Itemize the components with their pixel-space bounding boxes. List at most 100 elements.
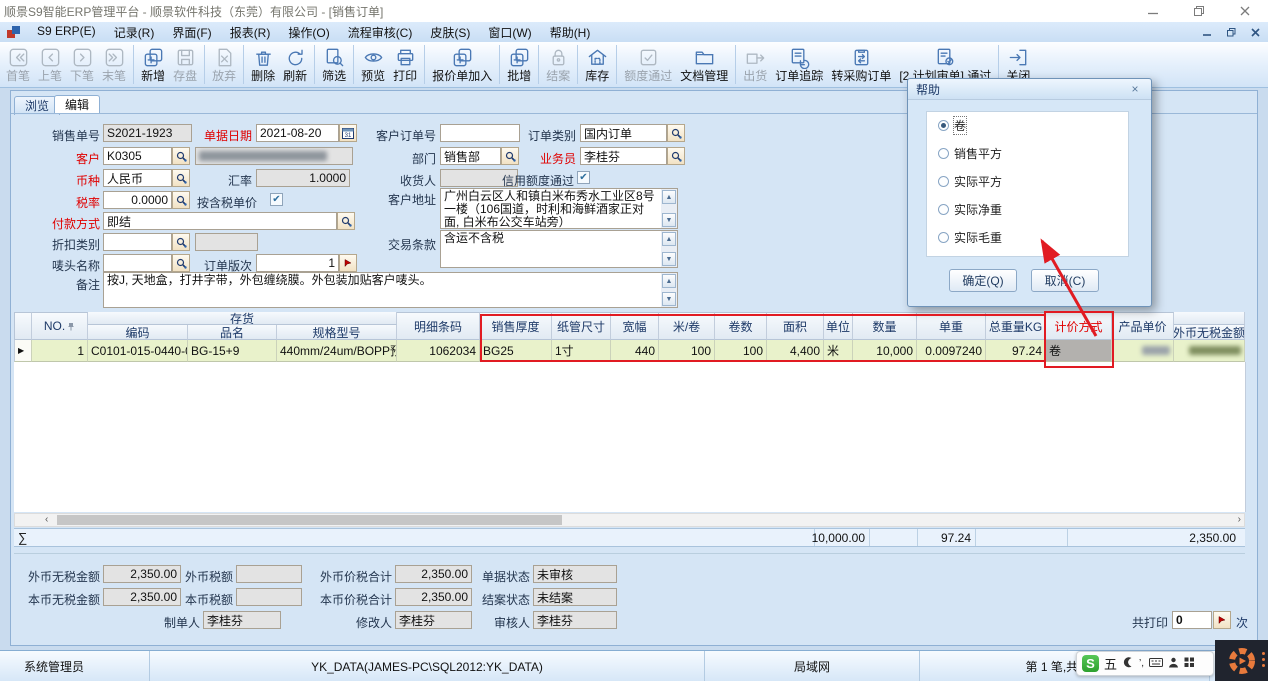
order-type-field[interactable] (580, 124, 667, 142)
grid-cell-total_weight[interactable]: 97.24 (986, 340, 1046, 362)
grid-header-total_weight[interactable]: 总重量KG (986, 312, 1046, 340)
menu-item[interactable]: 帮助(H) (541, 22, 600, 43)
grid-header-no[interactable]: NO. (32, 312, 88, 340)
radio-icon[interactable] (938, 120, 949, 131)
remark-scrollbar[interactable]: ▲▼ (661, 272, 678, 308)
mark-name-field[interactable] (103, 254, 172, 272)
scroll-down-icon[interactable]: ▼ (662, 252, 676, 266)
menu-item[interactable]: 窗口(W) (479, 22, 540, 43)
sales-no-field[interactable] (103, 124, 192, 142)
customer-address-scrollbar[interactable]: ▲▼ (661, 188, 678, 229)
pricing-option-0[interactable]: 卷 (938, 117, 966, 134)
grid-group-header[interactable]: 存货 (88, 312, 397, 325)
wubi-mode-icon[interactable]: 五 (1104, 654, 1117, 673)
radio-icon[interactable] (938, 148, 949, 159)
grid-horizontal-scrollbar[interactable]: ‹ › (14, 513, 1245, 527)
mdi-close-icon[interactable] (1248, 25, 1262, 39)
grid-header-rolls[interactable]: 卷数 (715, 312, 767, 340)
toolbar-trash[interactable]: 删除 (247, 43, 279, 85)
mdi-minimize-icon[interactable] (1200, 25, 1214, 39)
scroll-down-icon[interactable]: ▼ (662, 292, 676, 306)
toolbar-warehouse[interactable]: 库存 (581, 43, 613, 85)
person-icon[interactable] (1168, 657, 1179, 671)
sogou-logo-icon[interactable]: S (1082, 655, 1099, 672)
grid-cell-unit_weight[interactable]: 0.0097240 (917, 340, 986, 362)
tax-rate-lookup-icon[interactable] (172, 191, 190, 209)
currency-lookup-icon[interactable] (172, 169, 190, 187)
input-method-bar[interactable]: S 五 ’, (1076, 651, 1214, 676)
punctuation-icon[interactable]: ’, (1139, 658, 1144, 669)
order-version-field[interactable] (256, 254, 339, 272)
order-version-spinner[interactable] (339, 254, 357, 272)
toolbar-refresh[interactable]: 刷新 (279, 43, 311, 85)
tax-included-checkbox[interactable]: ✔ (270, 193, 283, 206)
salesman-field[interactable] (580, 147, 667, 165)
exchange-rate-field[interactable] (256, 169, 350, 187)
discount-type-field[interactable] (103, 233, 172, 251)
grid-header-barcode[interactable]: 明细条码 (397, 312, 480, 340)
currency-field[interactable] (103, 169, 172, 187)
mark-name-lookup-icon[interactable] (172, 254, 190, 272)
grid-header-name[interactable]: 品名 (188, 325, 277, 340)
cancel-button[interactable]: 取消(C) (1031, 269, 1099, 292)
help-dialog-titlebar[interactable]: 帮助 × (908, 79, 1151, 100)
grid-cell-barcode[interactable]: 1062034 (397, 340, 480, 362)
grid-cell-code[interactable]: C0101-015-0440-09 (88, 340, 188, 362)
customer-code-field[interactable] (103, 147, 172, 165)
grid-cell-pricing[interactable]: 卷 (1046, 340, 1112, 362)
grid-cell-core[interactable]: 1寸 (552, 340, 611, 362)
scroll-left-icon[interactable]: ‹ (45, 514, 48, 526)
tab-edit[interactable]: 编辑 (54, 95, 100, 114)
grid-cell-rolls[interactable]: 100 (715, 340, 767, 362)
radio-icon[interactable] (938, 176, 949, 187)
toolbar-filter[interactable]: 筛选 (318, 43, 350, 85)
grid-cell-area[interactable]: 4,400 (767, 340, 824, 362)
grid-cell-width_mm[interactable]: 440 (611, 340, 659, 362)
grid-header-core[interactable]: 纸管尺寸 (552, 312, 611, 340)
mdi-restore-icon[interactable] (1224, 25, 1238, 39)
pricing-option-2[interactable]: 实际平方 (938, 173, 1002, 190)
grid-cell-unit[interactable]: 米 (824, 340, 853, 362)
window-restore-icon[interactable] (1176, 0, 1222, 22)
toolbar-add-doc[interactable]: 新增 (137, 43, 169, 85)
order-type-lookup-icon[interactable] (667, 124, 685, 142)
grid-header-pricing[interactable]: 计价方式 (1046, 312, 1112, 340)
grid-cell-name[interactable]: BG-15+9 (188, 340, 277, 362)
salesman-lookup-icon[interactable] (667, 147, 685, 165)
toolbar-folder[interactable]: 文档管理 (676, 43, 732, 85)
menu-item[interactable]: 操作(O) (279, 22, 338, 43)
ok-button[interactable]: 确定(Q) (949, 269, 1017, 292)
grid-cell-amount[interactable] (1174, 340, 1245, 362)
radio-icon[interactable] (938, 204, 949, 215)
radio-icon[interactable] (938, 232, 949, 243)
dialog-close-icon[interactable]: × (1127, 82, 1143, 96)
grid-cell-no[interactable]: 1 (32, 340, 88, 362)
grid-header-m_per_roll[interactable]: 米/卷 (659, 312, 715, 340)
grid-header-area[interactable]: 面积 (767, 312, 824, 340)
grid-cell-spec[interactable]: 440mm/24um/BOPP预涂... (277, 340, 397, 362)
grid-cell-m_per_roll[interactable]: 100 (659, 340, 715, 362)
grid-header-spec[interactable]: 规格型号 (277, 325, 397, 340)
toolbar-printer[interactable]: 打印 (389, 43, 421, 85)
grid-cell-thickness[interactable]: BG25 (480, 340, 552, 362)
pricing-option-1[interactable]: 销售平方 (938, 145, 1002, 162)
payment-lookup-icon[interactable] (337, 212, 355, 230)
trade-terms-field[interactable]: 含运不含税 (440, 230, 662, 268)
menu-item[interactable]: 记录(R) (105, 22, 164, 43)
calendar-icon[interactable]: 31 (339, 124, 357, 142)
scroll-up-icon[interactable]: ▲ (662, 232, 676, 246)
customer-po-field[interactable] (440, 124, 520, 142)
print-count-field[interactable] (1172, 611, 1212, 629)
pricing-option-3[interactable]: 实际净重 (938, 201, 1002, 218)
scroll-down-icon[interactable]: ▼ (662, 213, 676, 227)
grid-header-code[interactable]: 编码 (88, 325, 188, 340)
grid-header-unit_weight[interactable]: 单重 (917, 312, 986, 340)
grid-header-width_mm[interactable]: 宽幅 (611, 312, 659, 340)
window-minimize-icon[interactable] (1130, 0, 1176, 22)
grid-cell-qty[interactable]: 10,000 (853, 340, 917, 362)
grid-header-thickness[interactable]: 销售厚度 (480, 312, 552, 340)
tax-rate-field[interactable] (103, 191, 172, 209)
scroll-up-icon[interactable]: ▲ (662, 190, 676, 204)
credit-pass-checkbox[interactable]: ✔ (577, 171, 590, 184)
scroll-up-icon[interactable]: ▲ (662, 274, 676, 288)
